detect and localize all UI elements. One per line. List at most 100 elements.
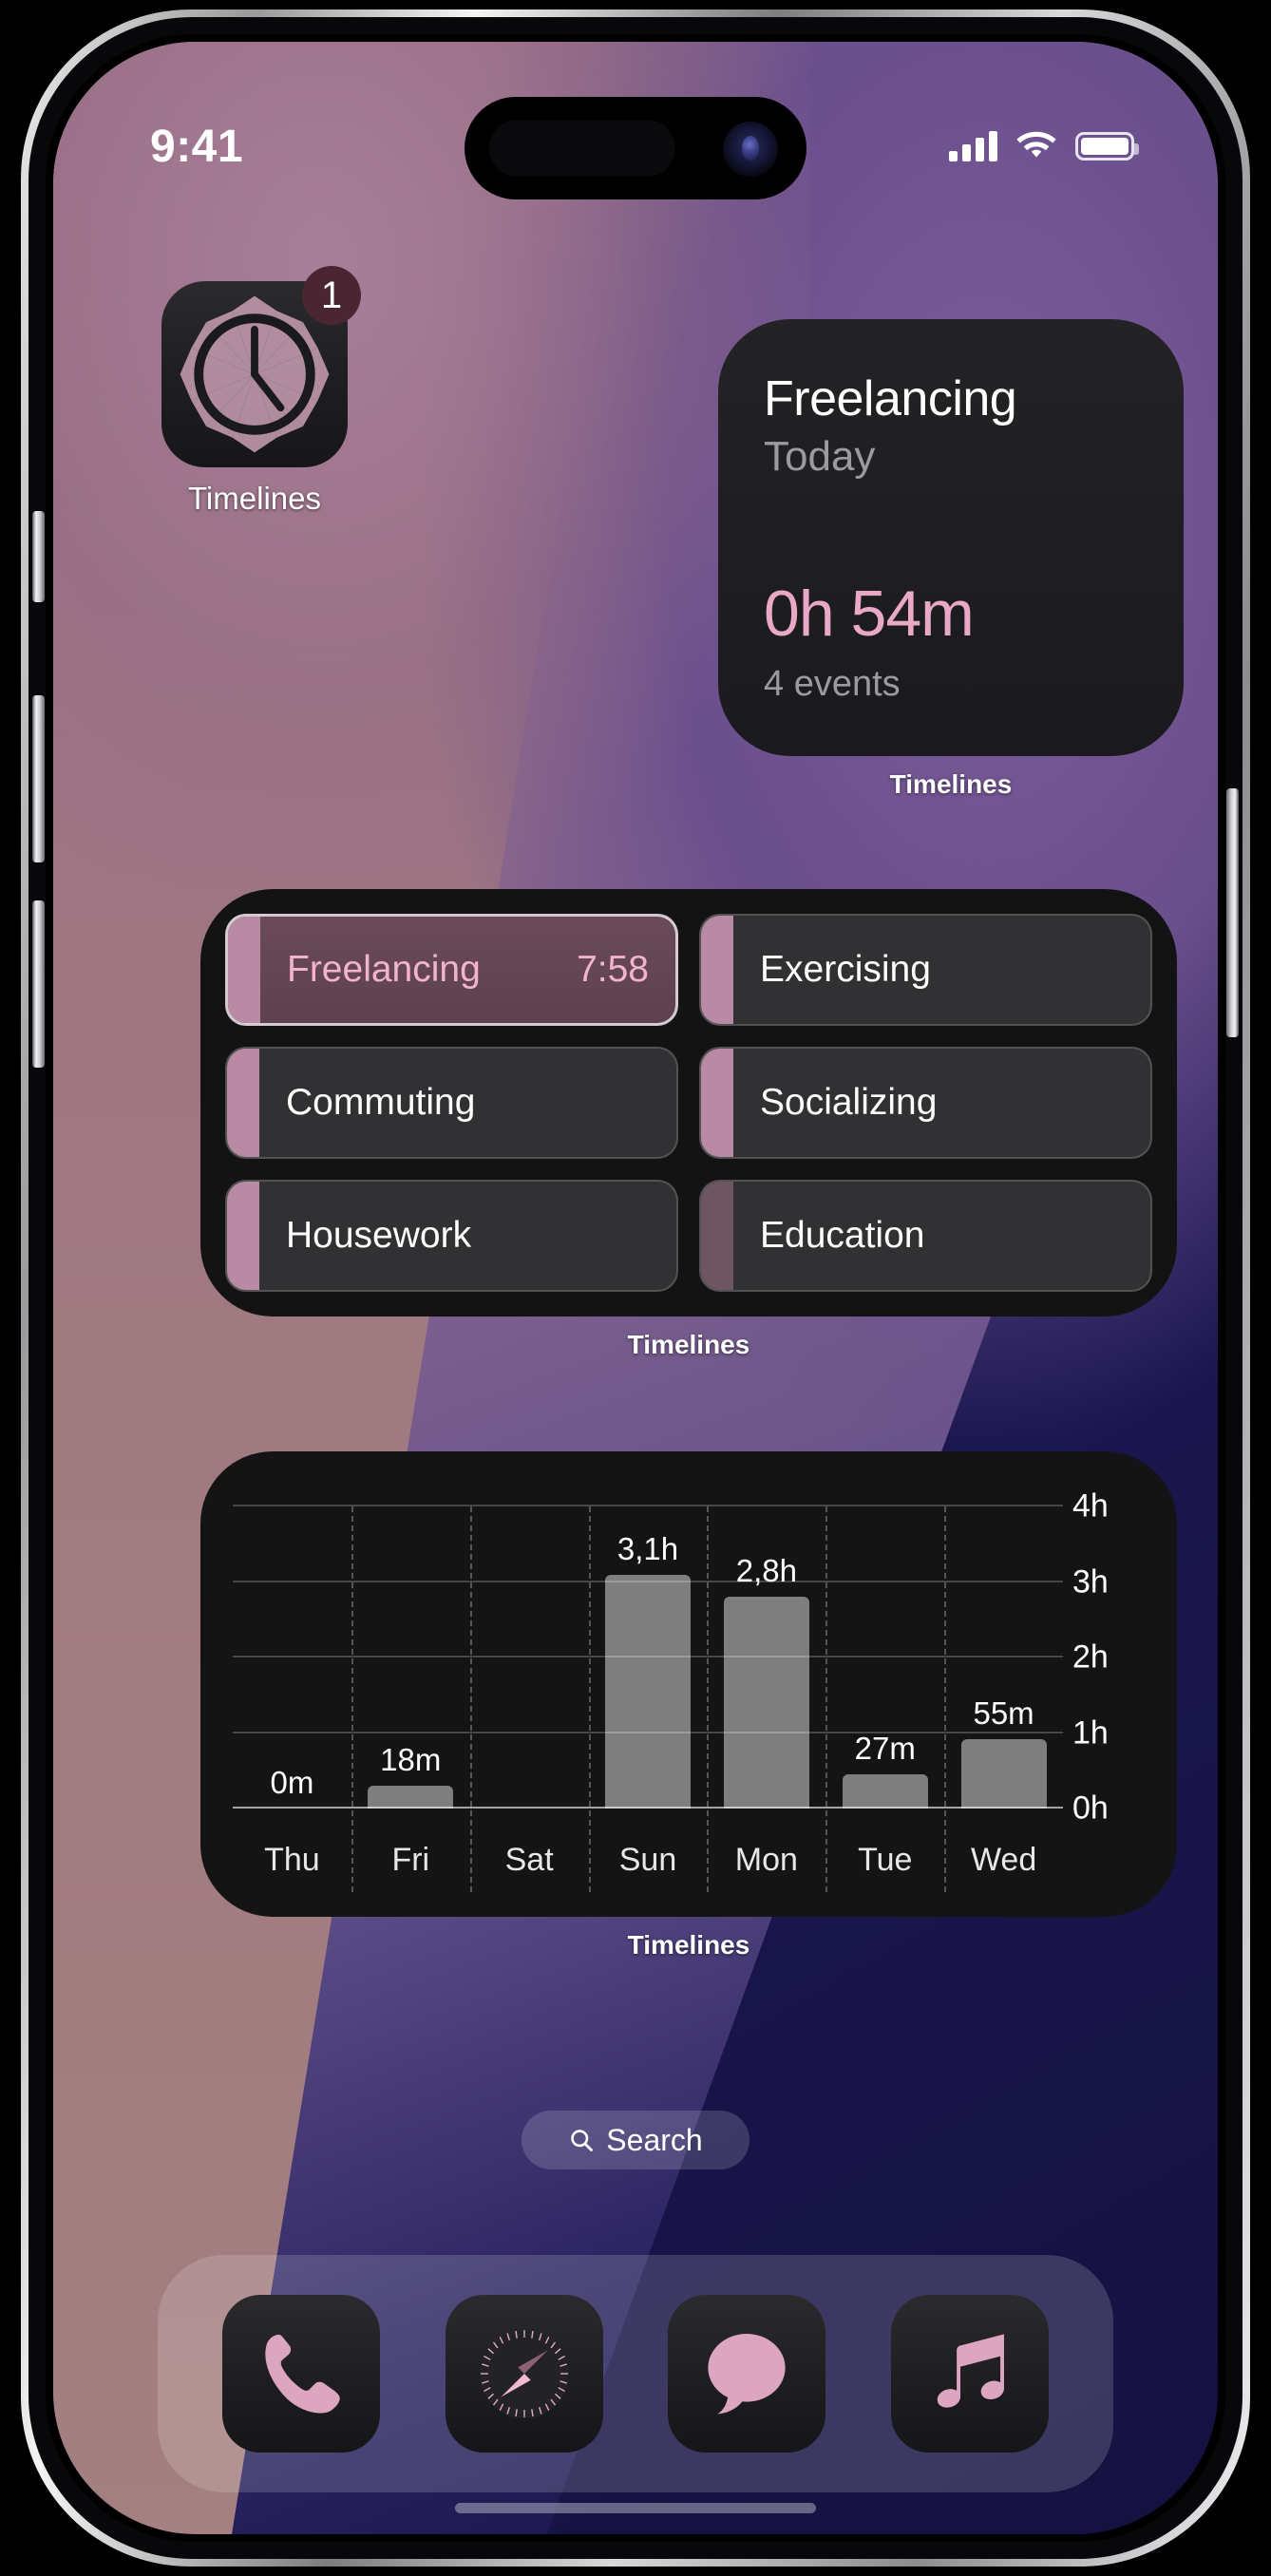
chart-x-tick-label: Thu	[264, 1842, 320, 1878]
status-indicators	[949, 131, 1139, 161]
dock-item-phone[interactable]	[222, 2295, 381, 2453]
chart-area: 0m 18m 3,1h 2,8h 27m 55m Thu Fri Sat Sun Mon Tue We…	[233, 1484, 1145, 1892]
activity-tile-color-bar	[701, 1049, 733, 1157]
home-indicator[interactable]	[455, 2503, 816, 2513]
home-screen: 1 Timelines Freelancing Today 0h 54m 4 e…	[53, 42, 1218, 2534]
chart-bar-value-label: 2,8h	[735, 1553, 797, 1589]
chart-bar-column: 0m	[233, 1506, 351, 1809]
timelines-app-icon[interactable]: 1	[161, 266, 361, 467]
wifi-icon	[1016, 131, 1056, 158]
search-label: Search	[606, 2122, 703, 2157]
volume-up-button[interactable]	[32, 695, 45, 862]
chart-widget-label: Timelines	[627, 1930, 750, 1960]
app-badge-count: 1	[302, 266, 361, 325]
weekly-chart-widget[interactable]: 0m 18m 3,1h 2,8h 27m 55m Thu Fri Sat Sun Mon Tue We…	[200, 1451, 1177, 1917]
activity-tile-label: Education	[760, 1215, 925, 1256]
chart-bar-value-label: 27m	[854, 1731, 916, 1767]
cellular-signal-icon	[949, 131, 997, 161]
chart-y-tick-label: 3h	[1072, 1563, 1109, 1600]
chart-bar	[723, 1597, 809, 1809]
chart-bar	[960, 1738, 1047, 1809]
chart-x-tick-label: Wed	[970, 1842, 1037, 1878]
chart-x-tick-label: Sun	[618, 1842, 677, 1878]
action-button[interactable]	[32, 511, 45, 602]
chart-bar	[842, 1774, 928, 1809]
dynamic-island	[465, 97, 806, 199]
activity-tile-color-bar	[227, 1182, 259, 1290]
chart-bar-column: 3,1h	[589, 1506, 708, 1809]
battery-full-icon	[1075, 132, 1139, 161]
volume-down-button[interactable]	[32, 900, 45, 1068]
chart-x-axis-labels: Thu Fri Sat Sun Mon Tue Wed	[233, 1842, 1063, 1879]
chart-y-tick-label: 1h	[1072, 1714, 1109, 1751]
chart-bar-column	[470, 1506, 589, 1809]
chart-plot-inner: 0m 18m 3,1h 2,8h 27m 55m	[233, 1505, 1063, 1892]
phone-bezel: 9:41 1 Timelines Freelancing Today 0h 54…	[28, 17, 1243, 2559]
face-id-sensor	[489, 120, 675, 177]
summary-duration: 0h 54m	[764, 578, 975, 650]
chart-bar-column: 27m	[825, 1506, 944, 1809]
activity-tile-label: Exercising	[760, 949, 931, 990]
activity-tile[interactable]: Exercising	[699, 914, 1152, 1026]
summary-widget-label: Timelines	[889, 769, 1013, 799]
phone-frame: 9:41 1 Timelines Freelancing Today 0h 54…	[21, 9, 1250, 2567]
chart-bar-value-label: 0m	[270, 1765, 314, 1800]
activity-tile[interactable]: Housework	[225, 1180, 678, 1292]
status-time: 9:41	[150, 121, 244, 172]
summary-event-count: 4 events	[764, 664, 901, 704]
app-icon-label: Timelines	[188, 481, 321, 516]
battery-level	[1081, 138, 1129, 155]
activity-tile-label: Commuting	[286, 1082, 476, 1123]
chart-y-tick-label: 4h	[1072, 1487, 1109, 1525]
chart-x-tick-label: Sat	[504, 1842, 554, 1878]
chart-x-tick-label: Mon	[734, 1842, 798, 1878]
screenshot-root: 9:41 1 Timelines Freelancing Today 0h 54…	[0, 0, 1271, 2576]
chart-y-axis: 0h 1h 2h 3h 4h	[1063, 1484, 1145, 1892]
chart-bar-value-label: 55m	[973, 1695, 1034, 1731]
dock-item-safari[interactable]	[445, 2295, 603, 2453]
dock-item-music[interactable]	[890, 2295, 1049, 2453]
dock-item-messages[interactable]	[668, 2295, 826, 2453]
dock	[158, 2255, 1113, 2492]
chart-plot: 0m 18m 3,1h 2,8h 27m 55m Thu Fri Sat Sun Mon Tue We…	[233, 1484, 1063, 1892]
activity-tile[interactable]: Commuting	[225, 1047, 678, 1159]
activity-tile[interactable]: Socializing	[699, 1047, 1152, 1159]
activity-tile-label: Socializing	[760, 1082, 938, 1123]
activity-tile-label: Housework	[286, 1215, 472, 1256]
activity-tile-color-bar	[227, 1049, 259, 1157]
power-button[interactable]	[1226, 788, 1239, 1037]
compass-icon	[479, 2328, 569, 2419]
front-camera-icon	[723, 122, 778, 177]
activity-tile-color-bar	[701, 1182, 733, 1290]
activity-tile[interactable]: Freelancing 7:58	[225, 914, 678, 1026]
chart-bar-column: 55m	[944, 1506, 1063, 1809]
app-icon-cell-timelines[interactable]: 1 Timelines	[144, 266, 365, 517]
message-bubble-icon	[708, 2334, 786, 2415]
chart-bar-value-label: 3,1h	[617, 1530, 679, 1566]
activity-tile-label: Freelancing	[287, 949, 481, 990]
chart-bar-column: 2,8h	[707, 1506, 825, 1809]
chart-bar	[605, 1574, 691, 1809]
chart-x-tick-label: Fri	[391, 1842, 430, 1878]
summary-title: Freelancing	[764, 371, 1017, 426]
chart-bars: 0m 18m 3,1h 2,8h 27m 55m	[233, 1506, 1063, 1809]
chart-bar-value-label: 18m	[380, 1742, 442, 1778]
phone-inner-bezel: 9:41 1 Timelines Freelancing Today 0h 54…	[46, 34, 1225, 2542]
activity-tile-color-bar	[701, 916, 733, 1024]
chart-y-tick-label: 0h	[1072, 1790, 1109, 1827]
chart-bar	[368, 1786, 454, 1809]
music-note-icon	[937, 2334, 1004, 2408]
chart-y-tick-label: 2h	[1072, 1638, 1109, 1676]
activity-tiles-widget[interactable]: Freelancing 7:58 Exercising Commuting Social…	[200, 889, 1177, 1316]
chart-x-tick-label: Tue	[858, 1842, 913, 1878]
phone-screen: 9:41 1 Timelines Freelancing Today 0h 54…	[53, 42, 1218, 2534]
activity-tile-time: 7:58	[577, 949, 649, 990]
search-button[interactable]: Search	[522, 2111, 749, 2169]
summary-subtitle: Today	[764, 433, 876, 480]
freelancing-summary-widget[interactable]: Freelancing Today 0h 54m 4 events	[718, 319, 1184, 756]
activity-tile[interactable]: Education	[699, 1180, 1152, 1292]
search-icon	[571, 2130, 594, 2151]
activity-tile-color-bar	[228, 917, 260, 1023]
phone-icon	[265, 2334, 340, 2414]
chart-baseline	[233, 1807, 1063, 1809]
